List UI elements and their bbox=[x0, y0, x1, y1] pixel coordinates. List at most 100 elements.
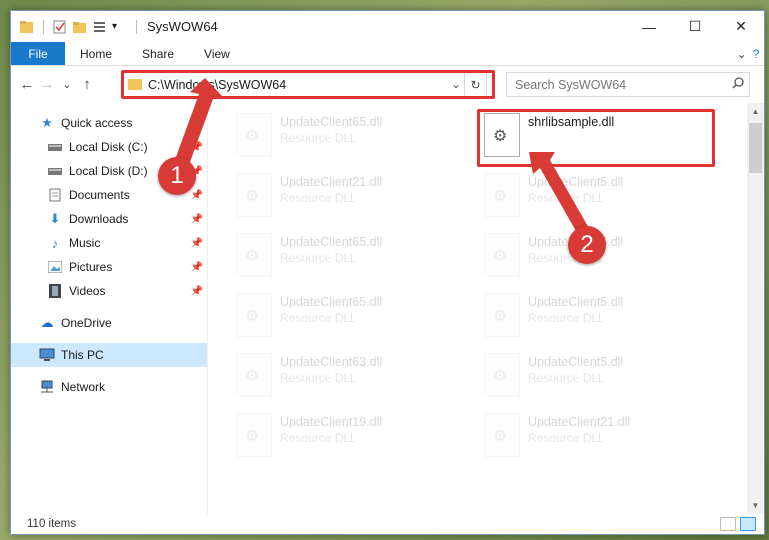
file-item[interactable]: UpdateClient21.dll Resource DLL bbox=[484, 413, 719, 469]
file-type: Resource DLL bbox=[280, 251, 357, 265]
star-icon: ★ bbox=[41, 115, 53, 130]
scroll-down-arrow[interactable]: ▼ bbox=[747, 497, 764, 514]
file-type: Resource DLL bbox=[528, 191, 605, 205]
file-name: UpdateClient19.dll bbox=[280, 415, 383, 429]
file-item[interactable]: UpdateClient5.dll Resource DLL bbox=[484, 173, 719, 229]
quick-access-toolbar: ▾ bbox=[11, 19, 141, 35]
computer-icon bbox=[39, 347, 55, 363]
file-item[interactable]: UpdateClient65.dll Resource DLL bbox=[236, 233, 471, 289]
separator bbox=[43, 19, 44, 34]
downloads-icon: ⬇ bbox=[49, 211, 61, 226]
dll-file-icon bbox=[236, 413, 272, 457]
explorer-body: ★ Quick access Local Disk (C:) 📌 Local D… bbox=[11, 103, 764, 514]
large-icons-view-icon[interactable] bbox=[740, 517, 756, 531]
chevron-down-icon[interactable]: ▾ bbox=[112, 19, 128, 35]
file-list: UpdateClient65.dllResource DLLUpdateClie… bbox=[208, 103, 747, 514]
maximize-button[interactable]: ☐ bbox=[672, 11, 718, 42]
pin-icon: 📌 bbox=[190, 213, 203, 225]
sidebar-item-local-disk-c[interactable]: Local Disk (C:) 📌 bbox=[11, 135, 207, 159]
tab-file[interactable]: File bbox=[11, 42, 65, 65]
sidebar-item-videos[interactable]: Videos 📌 bbox=[11, 279, 207, 303]
back-button[interactable]: ← bbox=[17, 76, 37, 93]
file-item[interactable]: UpdateClient65.dll Resource DLL bbox=[236, 113, 471, 169]
up-button[interactable]: ↑ bbox=[77, 76, 97, 93]
file-type: Resource DLL bbox=[280, 371, 357, 385]
sidebar-item-downloads[interactable]: ⬇ Downloads 📌 bbox=[11, 207, 207, 231]
step-badge-2: 2 bbox=[568, 226, 606, 264]
dll-file-icon bbox=[484, 293, 520, 337]
dll-file-icon bbox=[236, 353, 272, 397]
title-bar: ▾ SysWOW64 — ☐ ✕ bbox=[11, 11, 764, 42]
search-icon bbox=[727, 77, 749, 92]
search-input[interactable] bbox=[515, 77, 727, 92]
file-name: UpdateClient65.dll bbox=[280, 235, 383, 249]
scroll-up-arrow[interactable]: ▲ bbox=[747, 103, 764, 120]
sidebar-item-music[interactable]: ♪ Music 📌 bbox=[11, 231, 207, 255]
minimize-button[interactable]: — bbox=[626, 11, 672, 42]
dll-file-icon bbox=[484, 233, 520, 277]
sidebar-item-quick-access[interactable]: ★ Quick access bbox=[11, 111, 207, 135]
videos-icon bbox=[47, 283, 63, 299]
properties-icon[interactable] bbox=[52, 19, 68, 35]
sidebar-item-label: OneDrive bbox=[61, 316, 112, 330]
sidebar-item-network[interactable]: Network bbox=[11, 375, 207, 399]
sidebar-item-label: This PC bbox=[61, 348, 104, 362]
dll-file-icon bbox=[484, 413, 520, 457]
sidebar-item-label: Quick access bbox=[61, 116, 133, 130]
close-button[interactable]: ✕ bbox=[718, 11, 764, 42]
search-box[interactable] bbox=[506, 72, 750, 97]
file-name: UpdateClient65.dll bbox=[280, 115, 383, 129]
customize-toolbar-icon[interactable] bbox=[92, 19, 108, 35]
sidebar-item-onedrive[interactable]: ☁ OneDrive bbox=[11, 311, 207, 335]
file-item[interactable]: UpdateClient5.dll Resource DLL bbox=[484, 293, 719, 349]
dll-file-icon bbox=[484, 173, 520, 217]
file-type: Resource DLL bbox=[280, 131, 357, 145]
recent-locations-button[interactable]: ⌄ bbox=[57, 78, 77, 91]
drive-icon bbox=[47, 139, 63, 155]
file-item[interactable]: UpdateClient5.dll Resource DLL bbox=[484, 353, 719, 409]
file-item[interactable]: UpdateClient21.dll Resource DLL bbox=[236, 173, 471, 229]
file-name: UpdateClient63.dll bbox=[280, 355, 383, 369]
file-item[interactable]: UpdateClient63.dll Resource DLL bbox=[236, 353, 471, 409]
tab-share[interactable]: Share bbox=[127, 42, 189, 65]
address-highlight-box bbox=[121, 70, 495, 99]
details-view-icon[interactable] bbox=[720, 517, 736, 531]
help-button[interactable]: ⌄ ? bbox=[732, 42, 764, 65]
window-controls: — ☐ ✕ bbox=[626, 11, 764, 42]
dll-file-icon bbox=[236, 173, 272, 217]
tab-view[interactable]: View bbox=[189, 42, 245, 65]
item-count: 110 items bbox=[27, 518, 77, 530]
sidebar-item-label: Pictures bbox=[69, 260, 113, 274]
new-folder-icon[interactable] bbox=[72, 19, 88, 35]
view-buttons bbox=[720, 517, 756, 531]
file-item[interactable]: UpdateClient65.dll Resource DLL bbox=[236, 293, 471, 349]
dll-file-icon bbox=[484, 353, 520, 397]
scroll-thumb[interactable] bbox=[749, 123, 762, 173]
cloud-icon: ☁ bbox=[40, 315, 54, 330]
file-name: UpdateClient5.dll bbox=[528, 295, 624, 309]
tab-home[interactable]: Home bbox=[65, 42, 127, 65]
sidebar-item-label: Local Disk (D:) bbox=[69, 164, 148, 178]
sidebar-item-this-pc[interactable]: This PC bbox=[11, 343, 207, 367]
file-type: Resource DLL bbox=[528, 311, 605, 325]
file-name: UpdateClient21.dll bbox=[528, 415, 631, 429]
dll-file-icon bbox=[236, 233, 272, 277]
forward-button[interactable]: → bbox=[37, 76, 57, 93]
file-name: UpdateClient5.dll bbox=[528, 355, 624, 369]
file-item[interactable]: UpdateClient19.dll Resource DLL bbox=[236, 413, 471, 469]
file-type: Resource DLL bbox=[280, 191, 357, 205]
sidebar-item-label: Local Disk (C:) bbox=[69, 140, 148, 154]
sidebar-item-label: Network bbox=[61, 380, 106, 394]
pin-icon: 📌 bbox=[190, 285, 203, 297]
file-name: UpdateClient5.dll bbox=[528, 175, 624, 189]
network-icon bbox=[39, 379, 55, 395]
pin-icon: 📌 bbox=[190, 141, 203, 153]
explorer-window: ▾ SysWOW64 — ☐ ✕ File Home Share View ⌄ … bbox=[10, 10, 765, 535]
help-icon: ? bbox=[752, 46, 760, 61]
drive-icon bbox=[47, 163, 63, 179]
sidebar-item-pictures[interactable]: Pictures 📌 bbox=[11, 255, 207, 279]
vertical-scrollbar[interactable]: ▲ ▼ bbox=[747, 103, 764, 514]
